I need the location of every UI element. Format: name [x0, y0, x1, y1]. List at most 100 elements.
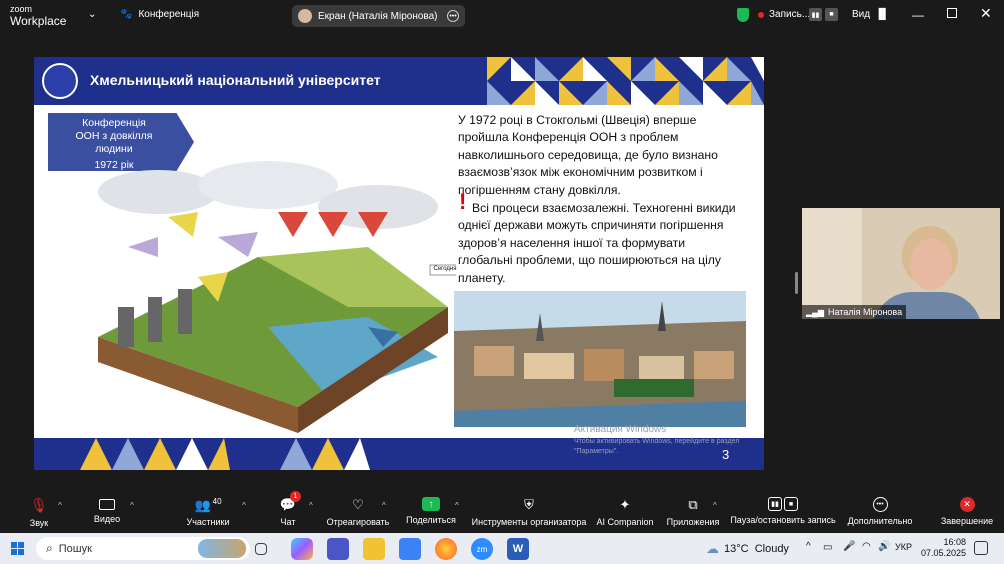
- windows-start-icon[interactable]: [11, 542, 24, 555]
- ellipsis-icon: •••: [872, 497, 888, 512]
- end-meeting-button[interactable]: ✕ Завершение: [940, 491, 994, 533]
- weather-text: 13°C Cloudy: [724, 543, 789, 555]
- heart-icon: ♡: [352, 497, 364, 512]
- save-app-icon[interactable]: [327, 538, 349, 560]
- end-label: Завершение: [940, 516, 994, 526]
- video-button[interactable]: Видео: [90, 491, 124, 533]
- meeting-info[interactable]: 🐾 Конференція: [120, 9, 199, 20]
- university-title: Хмельницький національний університет: [90, 72, 381, 88]
- participant-name: Наталія Міронова: [827, 307, 903, 317]
- audio-caret-icon[interactable]: ^: [58, 501, 62, 510]
- host-tools-button[interactable]: ⛨ Инструменты организатора: [472, 491, 587, 533]
- minimize-icon[interactable]: —: [912, 8, 924, 22]
- watermark-line2: Чтобы активировать Windows, перейдите в …: [574, 438, 740, 445]
- weather-widget[interactable]: ☁ 13°C Cloudy: [706, 541, 789, 557]
- shield-icon[interactable]: [737, 8, 749, 22]
- diagram-label-today: Сегодня: [433, 266, 457, 272]
- share-button[interactable]: ↑ Поделиться: [404, 491, 458, 533]
- restore-icon[interactable]: [947, 8, 957, 18]
- more-icon[interactable]: •••: [447, 10, 459, 22]
- participants-button[interactable]: 👥 40 Участники: [183, 491, 233, 533]
- video-label: Видео: [93, 514, 121, 524]
- store-icon[interactable]: [399, 538, 421, 560]
- paw-icon: 🐾: [120, 9, 133, 20]
- chevron-down-icon[interactable]: ⌄: [88, 9, 96, 20]
- participants-caret-icon[interactable]: ^: [242, 501, 246, 510]
- ai-companion-button[interactable]: ✦ AI Companion: [596, 491, 654, 533]
- react-caret-icon[interactable]: ^: [382, 501, 386, 510]
- slide-header: Хмельницький національний університет: [34, 57, 764, 105]
- taskbar-search[interactable]: ⌕ Пошук: [36, 537, 250, 560]
- more-button[interactable]: ••• Дополнительно: [846, 491, 914, 533]
- apps-caret-icon[interactable]: ^: [713, 501, 717, 510]
- end-icon: ✕: [959, 497, 975, 512]
- tray-chevron-icon[interactable]: ^: [806, 541, 811, 552]
- pause-stop-recording-button[interactable]: ▮▮ ■ Пауза/остановить запись: [730, 491, 836, 533]
- video-name-label: ▂▄▆ Наталія Міронова: [802, 305, 907, 319]
- meeting-title: Конференція: [138, 9, 200, 20]
- header-pattern: [487, 57, 764, 105]
- copilot-icon[interactable]: [291, 538, 313, 560]
- firefox-icon[interactable]: [435, 538, 457, 560]
- file-explorer-icon[interactable]: [363, 538, 385, 560]
- video-background: [802, 208, 862, 319]
- participant-video-tile[interactable]: ▂▄▆ Наталія Міронова: [802, 208, 1000, 319]
- footer-pattern-2: [280, 438, 370, 470]
- pause-record-button[interactable]: ▮▮: [809, 8, 822, 21]
- view-label: Вид: [852, 9, 871, 20]
- react-label: Отреагировать: [326, 517, 390, 527]
- zoom-app-icon[interactable]: zm: [471, 538, 493, 560]
- zoom-top-bar: zoom Workplace ⌄ 🐾 Конференція Екран (На…: [0, 0, 1004, 32]
- tray-language[interactable]: УКР: [895, 542, 912, 552]
- word-icon[interactable]: W: [507, 538, 529, 560]
- search-highlight-image: [198, 539, 246, 558]
- badge-line3: людини: [95, 143, 133, 155]
- video-caret-icon[interactable]: ^: [130, 501, 134, 510]
- notification-icon[interactable]: [974, 541, 988, 555]
- chat-label: Чат: [280, 517, 296, 527]
- zoom-logo: zoom Workplace: [10, 3, 66, 27]
- watermark-line3: "Параметры".: [574, 448, 619, 455]
- share-pill-label: Екран (Наталія Міронова): [318, 10, 438, 22]
- slide-paragraph-1: У 1972 році в Стокгольмі (Швеція) вперше…: [458, 113, 718, 197]
- signal-icon: ▂▄▆: [806, 307, 824, 317]
- windows-watermark: Активация Windows Чтобы активировать Win…: [574, 425, 739, 457]
- participants-count: 40: [212, 497, 222, 506]
- muted-microphone-icon: 🎙: [30, 497, 48, 513]
- apps-button[interactable]: ⧉ Приложения: [665, 491, 721, 533]
- slide-paragraph-2: Всі процеси взаємозалежні. Техногенні ви…: [458, 201, 736, 285]
- share-caret-icon[interactable]: ^: [455, 501, 459, 510]
- share-pill[interactable]: Екран (Наталія Міронова) •••: [292, 5, 465, 27]
- pause-record-label: Пауза/остановить запись: [730, 515, 836, 525]
- panel-resize-handle[interactable]: [795, 272, 798, 294]
- participants-icon: 👥 40: [194, 497, 222, 513]
- tray-battery-icon[interactable]: ▭: [823, 542, 832, 553]
- recording-label: Запись...: [769, 9, 811, 20]
- chat-button[interactable]: 💬 1 Чат: [276, 491, 301, 533]
- clock-time: 16:08: [943, 537, 967, 547]
- recording-indicator[interactable]: Запись...: [758, 9, 810, 20]
- participants-label: Участники: [186, 517, 230, 528]
- windows-taskbar: ⌕ Пошук zm W ☁ 13°C Cloudy ^ ▭ 🎤 ◠ 🔊 УКР…: [0, 533, 1004, 564]
- audio-button[interactable]: 🎙 Звук: [22, 491, 56, 533]
- stop-record-button[interactable]: ■: [825, 8, 838, 21]
- record-dot-icon: [758, 11, 764, 18]
- apps-icon: ⧉: [688, 497, 698, 512]
- cloud-icon: ☁: [706, 541, 719, 556]
- task-view-icon[interactable]: [255, 543, 267, 555]
- view-menu[interactable]: Вид ▐▌: [852, 9, 889, 20]
- person-face: [910, 238, 952, 290]
- tray-network-icon[interactable]: ◠: [862, 541, 871, 552]
- close-icon[interactable]: ✕: [980, 5, 992, 22]
- tray-clock[interactable]: 16:08 07.05.2025: [921, 537, 966, 559]
- search-icon: ⌕: [46, 541, 53, 555]
- clock-date: 07.05.2025: [921, 548, 967, 558]
- chat-caret-icon[interactable]: ^: [309, 501, 313, 510]
- audio-label: Звук: [29, 518, 49, 528]
- share-screen-icon: ↑: [422, 497, 440, 511]
- react-button[interactable]: ♡ Отреагировать: [326, 491, 390, 533]
- tray-volume-icon[interactable]: 🔊: [878, 541, 890, 552]
- tray-mic-icon[interactable]: 🎤: [843, 541, 855, 552]
- badge-line1: Конференція: [82, 117, 146, 129]
- shared-screen-area: Хмельницький національний університет Ко…: [0, 32, 1004, 491]
